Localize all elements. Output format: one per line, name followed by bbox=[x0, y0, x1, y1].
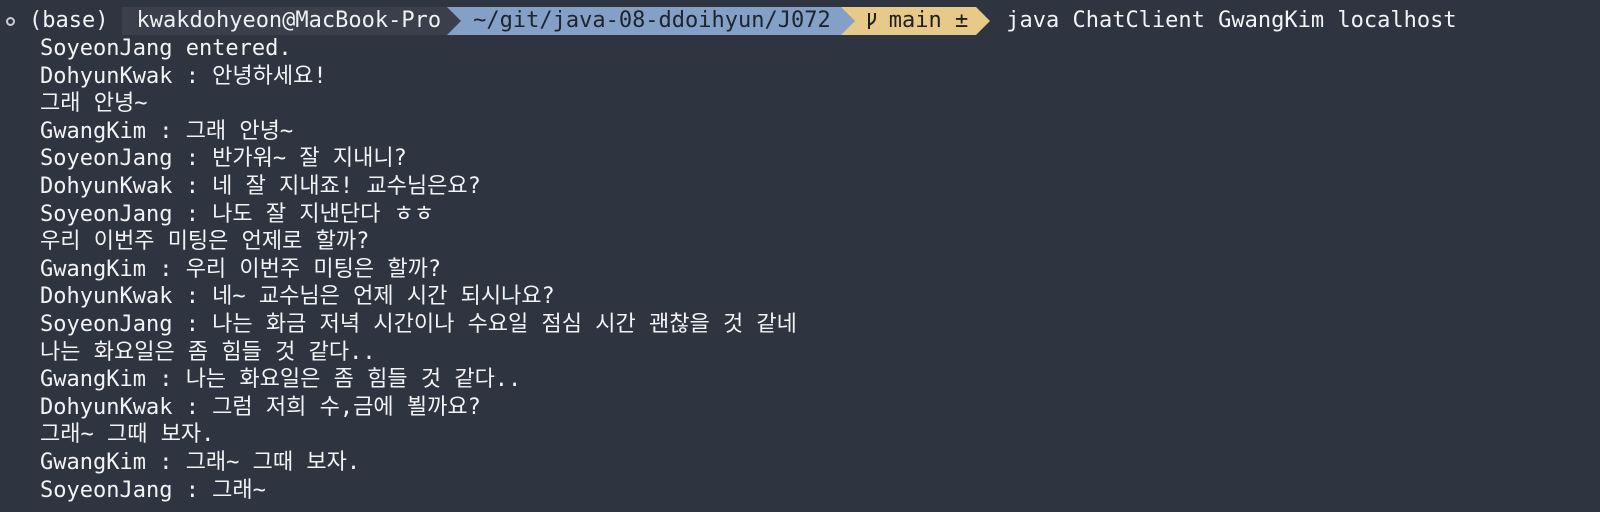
output-line: SoyeonJang : 그래~ bbox=[40, 477, 266, 503]
user-host-label: kwakdohyeon@MacBook-Pro bbox=[136, 8, 442, 34]
output-line: DohyunKwak : 네~ 교수님은 언제 시간 되시나요? bbox=[40, 284, 555, 310]
segment-separator-icon bbox=[447, 7, 462, 35]
current-directory-label: ~/git/java-08-ddoihyun/J072 bbox=[473, 8, 831, 34]
prompt-git-segment: main ± bbox=[840, 7, 991, 35]
output-line: SoyeonJang : 나는 화금 저녁 시간이나 수요일 점심 시간 괜찮을… bbox=[40, 311, 797, 337]
git-branch-icon bbox=[867, 13, 876, 29]
segment-separator-icon bbox=[840, 7, 855, 35]
output-line: GwangKim : 나는 화요일은 좀 힘들 것 같다.. bbox=[40, 367, 522, 393]
segment-separator-icon bbox=[976, 7, 991, 35]
output-line: GwangKim : 그래~ 그때 보자. bbox=[40, 449, 361, 475]
output-line: DohyunKwak : 그럼 저희 수,금에 뵐까요? bbox=[40, 394, 481, 420]
conda-env-label: (base) bbox=[29, 8, 109, 34]
shell-prompt: (base) kwakdohyeon@MacBook-Pro ~/git/jav… bbox=[0, 7, 1600, 35]
terminal-output: SoyeonJang entered. DohyunKwak : 안녕하세요! … bbox=[0, 35, 1600, 504]
output-line: DohyunKwak : 네 잘 지내죠! 교수님은요? bbox=[40, 173, 481, 199]
output-line: DohyunKwak : 안녕하세요! bbox=[40, 63, 327, 89]
output-line: 그래 안녕~ bbox=[40, 91, 148, 117]
output-line: 그래~ 그때 보자. bbox=[40, 422, 215, 448]
prompt-user-host-segment: kwakdohyeon@MacBook-Pro bbox=[122, 7, 462, 35]
status-circle-icon bbox=[6, 16, 15, 26]
output-line: SoyeonJang entered. bbox=[40, 36, 292, 61]
prompt-directory-segment: ~/git/java-08-ddoihyun/J072 bbox=[447, 7, 855, 35]
output-line: SoyeonJang : 반가워~ 잘 지내니? bbox=[40, 146, 407, 172]
output-line: GwangKim : 우리 이번주 미팅은 할까? bbox=[40, 256, 442, 282]
output-line: 우리 이번주 미팅은 언제로 할까? bbox=[40, 229, 370, 255]
output-line: SoyeonJang : 나도 잘 지낸단다 ㅎㅎ bbox=[40, 201, 435, 227]
typed-command: java ChatClient GwangKim localhost bbox=[1006, 8, 1457, 34]
git-branch-label: main ± bbox=[888, 8, 969, 34]
output-line: 나는 화요일은 좀 힘들 것 같다.. bbox=[40, 339, 376, 365]
terminal-window[interactable]: (base) kwakdohyeon@MacBook-Pro ~/git/jav… bbox=[0, 0, 1600, 512]
output-line: GwangKim : 그래 안녕~ bbox=[40, 118, 294, 144]
